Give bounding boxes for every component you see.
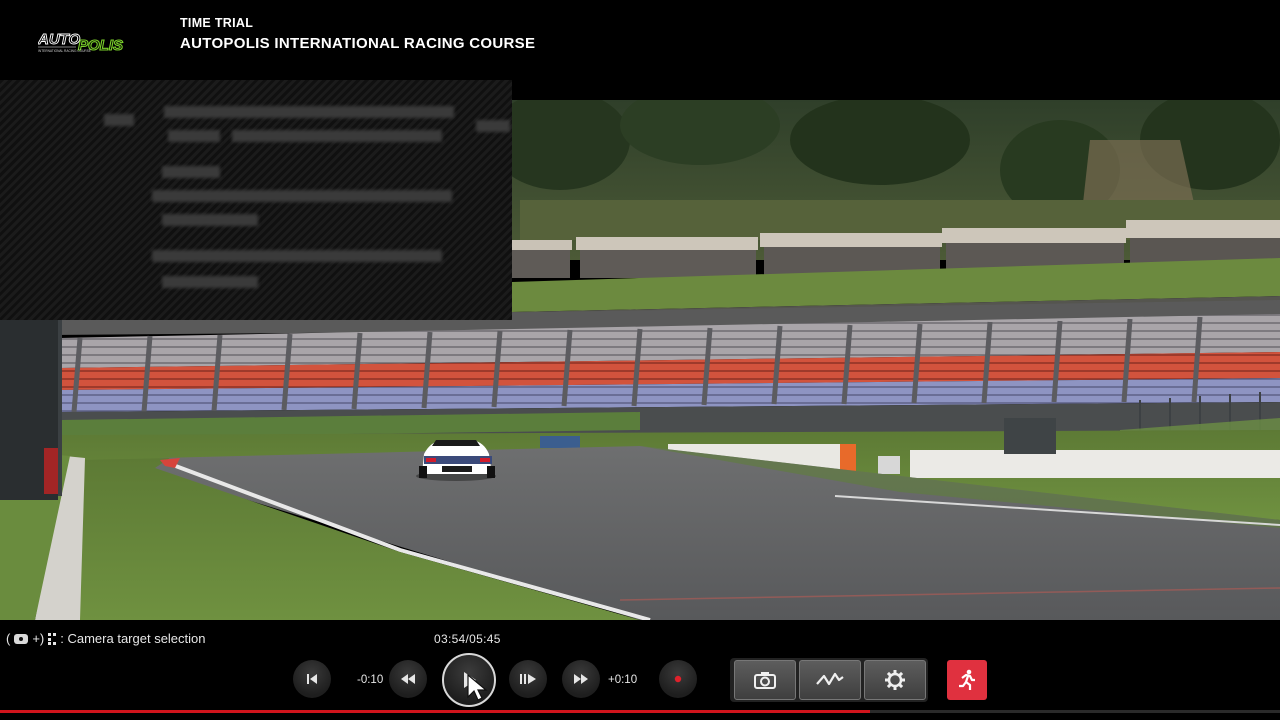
camera-hint: ( +) : Camera target selection <box>6 631 206 646</box>
settings-button[interactable] <box>864 660 926 700</box>
record-button[interactable] <box>659 660 697 698</box>
photo-mode-button[interactable] <box>734 660 796 700</box>
playback-progress-fill <box>0 710 871 713</box>
fast-forward-icon <box>574 674 588 684</box>
gear-icon <box>885 670 905 690</box>
exit-icon <box>959 669 975 690</box>
hint-open-paren: ( <box>6 631 11 646</box>
record-icon <box>674 675 682 683</box>
skip-to-start-button[interactable] <box>293 660 331 698</box>
chart-icon <box>816 672 844 686</box>
track-logo: AUTO POLIS INTERNATIONAL RACING COURSE <box>37 30 146 55</box>
rewind-button[interactable] <box>389 660 427 698</box>
skip-to-start-icon <box>307 674 317 684</box>
fast-forward-button[interactable] <box>562 660 600 698</box>
hint-label: : Camera target selection <box>60 631 206 646</box>
svg-text:AUTO: AUTO <box>38 31 81 48</box>
playback-time: 03:54/05:45 <box>434 632 501 646</box>
frame-step-button[interactable] <box>509 660 547 698</box>
exit-replay-button[interactable] <box>947 660 987 700</box>
rewind-amount-label: -0:10 <box>357 674 384 686</box>
telemetry-button[interactable] <box>799 660 861 700</box>
mouse-pointer-icon <box>467 673 488 701</box>
touchpad-icon <box>14 633 29 644</box>
replay-controls: ( +) : Camera target selection 03:54/05:… <box>0 620 1280 720</box>
svg-text:INTERNATIONAL RACING COURSE: INTERNATIONAL RACING COURSE <box>38 49 91 53</box>
info-overlay-panel <box>0 80 512 320</box>
hint-plus: +) <box>32 631 45 646</box>
game-mode-label: TIME TRIAL <box>180 16 254 30</box>
dpad-icon <box>48 632 57 645</box>
camera-icon <box>754 672 776 689</box>
frame-step-icon <box>520 674 536 684</box>
forward-amount-label: +0:10 <box>608 674 638 686</box>
course-title: AUTOPOLIS INTERNATIONAL RACING COURSE <box>180 35 536 52</box>
rewind-icon <box>401 674 415 684</box>
playback-progress-bar[interactable] <box>0 710 1280 713</box>
